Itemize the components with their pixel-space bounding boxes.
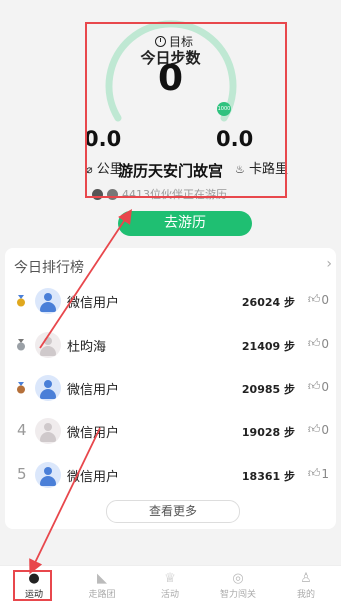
shoe-icon: ◣ (97, 571, 107, 586)
ranking-row[interactable]: 微信用户 20985 步 👍︎ 0 (5, 368, 336, 408)
user-icon: ♙ (300, 571, 312, 586)
silver-medal-icon (17, 339, 25, 351)
thumbs-up-icon: 👍︎ (307, 379, 321, 393)
step-count: 21409 步 (241, 340, 295, 353)
annotation-highlight-hero (85, 22, 287, 198)
thumbs-up-icon: 👍︎ (307, 466, 321, 480)
step-count: 18361 步 (241, 470, 295, 483)
avatar (35, 375, 61, 401)
tab-profile[interactable]: ♙ 我的 (272, 566, 340, 601)
thumbs-up-icon: 👍︎ (307, 422, 321, 436)
tab-walking-group[interactable]: ◣ 走路团 (68, 566, 136, 601)
step-count: 20985 步 (241, 383, 295, 396)
like-button[interactable]: 👍︎ 0 (308, 422, 329, 437)
like-button[interactable]: 👍︎ 0 (308, 292, 329, 307)
rank-number: 4 (17, 421, 27, 439)
trophy-icon: ♕ (164, 571, 176, 586)
thumbs-up-icon: 👍︎ (307, 292, 321, 306)
step-count: 26024 步 (241, 296, 295, 309)
like-button[interactable]: 👍︎ 1 (308, 466, 329, 481)
tab-brain-challenge[interactable]: ◎ 智力闯关 (204, 566, 272, 601)
brain-icon: ◎ (232, 571, 244, 586)
avatar (35, 418, 61, 444)
ranking-row[interactable]: 杜昀海 21409 步 👍︎ 0 (5, 325, 336, 365)
user-name: 微信用户 (67, 296, 120, 311)
avatar (35, 332, 61, 358)
step-count: 19028 步 (241, 426, 295, 439)
chevron-right-icon[interactable]: › (326, 256, 332, 272)
thumbs-up-icon: 👍︎ (307, 336, 321, 350)
go-travel-button[interactable]: 去游历 (118, 211, 252, 236)
like-button[interactable]: 👍︎ 0 (308, 336, 329, 351)
avatar (35, 288, 61, 314)
ranking-row[interactable]: 5 微信用户 18361 步 👍︎ 1 (5, 455, 336, 495)
user-name: 微信用户 (67, 470, 120, 485)
ranking-row[interactable]: 微信用户 26024 步 👍︎ 0 (5, 281, 336, 321)
bronze-medal-icon (17, 382, 25, 394)
annotation-highlight-tab (13, 570, 52, 601)
ranking-title: 今日排行榜 (14, 260, 84, 276)
ranking-row[interactable]: 4 微信用户 19028 步 👍︎ 0 (5, 411, 336, 451)
avatar (35, 462, 61, 488)
like-button[interactable]: 👍︎ 0 (308, 379, 329, 394)
tab-activity[interactable]: ♕ 活动 (136, 566, 204, 601)
user-name: 杜昀海 (67, 340, 107, 355)
gold-medal-icon (17, 295, 25, 307)
rank-number: 5 (17, 465, 27, 483)
user-name: 微信用户 (67, 383, 120, 398)
see-more-button[interactable]: 查看更多 (106, 500, 240, 523)
user-name: 微信用户 (67, 426, 120, 441)
ranking-card: 今日排行榜 › 微信用户 26024 步 👍︎ 0 杜昀海 21409 步 👍︎ 0… (5, 248, 336, 529)
